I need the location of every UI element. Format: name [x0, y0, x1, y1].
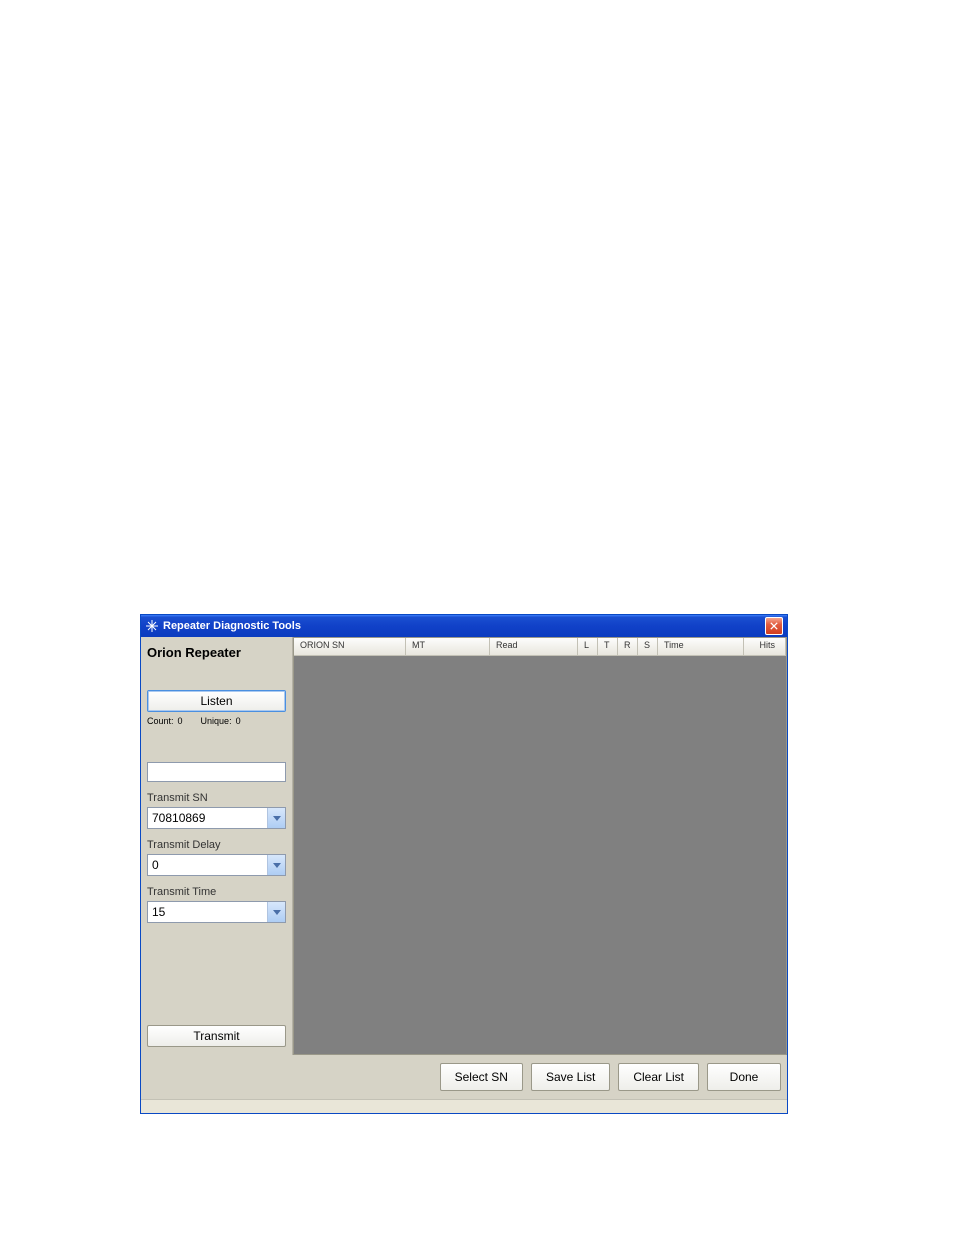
transmit-delay-label: Transmit Delay	[147, 839, 286, 851]
transmit-sn-combo[interactable]	[147, 807, 286, 829]
listview-header: ORION SN MT Read L T R S Time Hits	[294, 638, 786, 656]
clear-list-button[interactable]: Clear List	[618, 1063, 699, 1091]
save-list-button[interactable]: Save List	[531, 1063, 610, 1091]
sidebar: Orion Repeater Listen Count: 0 Unique: 0 T…	[141, 637, 293, 1055]
transmit-sn-input[interactable]	[147, 807, 286, 829]
column-s[interactable]: S	[638, 638, 658, 655]
main-area: Orion Repeater Listen Count: 0 Unique: 0 T…	[141, 637, 787, 1055]
column-read[interactable]: Read	[490, 638, 578, 655]
chevron-down-icon[interactable]	[267, 855, 285, 875]
column-mt[interactable]: MT	[406, 638, 490, 655]
transmit-time-combo[interactable]	[147, 901, 286, 923]
count-value: 0	[178, 716, 183, 726]
window: Repeater Diagnostic Tools Orion Repeater…	[140, 614, 788, 1114]
sidebar-title: Orion Repeater	[147, 645, 286, 660]
close-button[interactable]	[765, 617, 783, 635]
unique-label: Unique:	[201, 716, 232, 726]
window-title: Repeater Diagnostic Tools	[163, 620, 765, 632]
transmit-delay-input[interactable]	[147, 854, 286, 876]
done-button[interactable]: Done	[707, 1063, 781, 1091]
counts-row: Count: 0 Unique: 0	[147, 716, 286, 726]
bottom-bar: Select SN Save List Clear List Done	[141, 1055, 787, 1099]
listview-body[interactable]	[294, 656, 786, 1054]
transmit-time-input[interactable]	[147, 901, 286, 923]
search-input[interactable]	[147, 762, 286, 782]
column-l[interactable]: L	[578, 638, 598, 655]
column-time[interactable]: Time	[658, 638, 744, 655]
transmit-time-label: Transmit Time	[147, 886, 286, 898]
chevron-down-icon[interactable]	[267, 902, 285, 922]
count-label: Count:	[147, 716, 174, 726]
chevron-down-icon[interactable]	[267, 808, 285, 828]
column-t[interactable]: T	[598, 638, 618, 655]
client-area: Orion Repeater Listen Count: 0 Unique: 0 T…	[141, 637, 787, 1113]
column-r[interactable]: R	[618, 638, 638, 655]
transmit-sn-label: Transmit SN	[147, 792, 286, 804]
titlebar[interactable]: Repeater Diagnostic Tools	[141, 615, 787, 637]
listview: ORION SN MT Read L T R S Time Hits	[293, 637, 787, 1055]
app-icon	[145, 619, 159, 633]
unique-value: 0	[236, 716, 241, 726]
column-orion-sn[interactable]: ORION SN	[294, 638, 406, 655]
statusbar	[141, 1099, 787, 1113]
transmit-delay-combo[interactable]	[147, 854, 286, 876]
column-hits[interactable]: Hits	[744, 638, 786, 655]
listen-button[interactable]: Listen	[147, 690, 286, 712]
transmit-button[interactable]: Transmit	[147, 1025, 286, 1047]
select-sn-button[interactable]: Select SN	[440, 1063, 523, 1091]
